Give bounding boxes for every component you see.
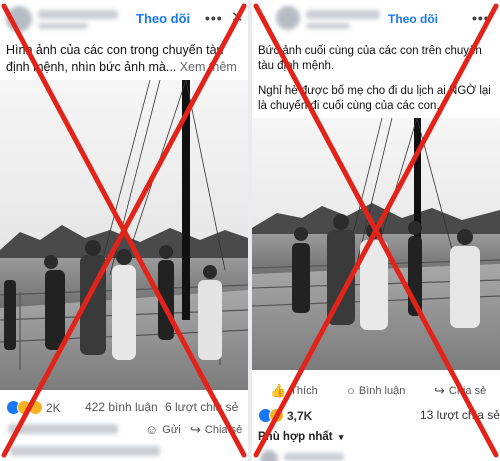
chevron-down-icon: ▾ [338, 432, 344, 442]
share-icon: ↪ [190, 422, 201, 437]
commenter-name-redacted [284, 453, 344, 461]
sad-reaction-icon [269, 408, 284, 423]
more-icon[interactable]: ••• [205, 11, 223, 25]
right-post: ‹ Theo dõi ••• Bức ảnh cuối cùng của các… [252, 0, 500, 461]
sort-label: Phù hợp nhất [258, 431, 333, 443]
haha-reaction-icon [28, 400, 43, 415]
commenter-avatar[interactable] [260, 450, 278, 461]
share-label: Chia sẻ [448, 385, 487, 397]
more-icon[interactable]: ••• [472, 11, 490, 25]
reactions-summary[interactable]: 3,7K [258, 408, 312, 423]
avatar[interactable] [276, 6, 300, 30]
send-label: Gửi [162, 423, 181, 436]
share-icon: ↪ [434, 383, 445, 398]
post-photo[interactable] [0, 80, 248, 390]
comment-icon: ○ [347, 383, 355, 398]
comment-count[interactable]: 422 bình luận [85, 400, 158, 414]
reaction-count: 3,7K [287, 408, 313, 423]
caption-line-2: Nghỉ hè được bố mẹ cho đi du lịch ai NGỜ… [258, 85, 491, 112]
comment-redacted [10, 446, 160, 456]
send-button[interactable]: ☺ Gửi [145, 422, 181, 437]
right-post-header: ‹ Theo dõi ••• [252, 0, 500, 38]
boat-deck-photo [0, 80, 248, 390]
comment-button[interactable]: ○ Bình luận [347, 383, 405, 398]
see-more-link[interactable]: Xem thêm [180, 60, 237, 74]
left-post: Theo dõi ••• ✕ Hình ảnh của các con tron… [0, 0, 248, 461]
author-name-redacted[interactable] [38, 10, 118, 19]
avatar[interactable] [6, 6, 32, 32]
reactions-summary[interactable]: 2K [6, 400, 61, 415]
like-icon: 👍 [270, 383, 287, 398]
comment-label: Bình luận [358, 384, 406, 397]
share-count[interactable]: 6 lượt chia sẻ [165, 400, 238, 414]
follow-button[interactable]: Theo dõi [136, 11, 190, 26]
caption-line-1: Bức ảnh cuối cùng của các con trên chuyế… [258, 45, 482, 72]
actions-redacted [8, 424, 118, 434]
post-time-redacted [38, 23, 88, 29]
follow-button[interactable]: Theo dõi [388, 12, 438, 26]
post-photo[interactable] [252, 118, 500, 370]
like-label: Thích [290, 385, 318, 397]
left-post-header: Theo dõi ••• ✕ [0, 0, 248, 38]
reaction-count: 2K [46, 400, 61, 415]
back-icon[interactable]: ‹ [260, 10, 266, 28]
send-icon: ☺ [145, 422, 159, 437]
close-icon[interactable]: ✕ [231, 10, 244, 25]
share-button[interactable]: ↪ Chia sẻ [434, 383, 486, 399]
comment-sort[interactable]: Phù hợp nhất ▾ [258, 431, 343, 443]
author-name-redacted[interactable] [306, 10, 380, 19]
share-count[interactable]: 13 lượt chia sẻ [420, 408, 500, 422]
share-label: Chia sẻ [204, 424, 243, 436]
post-caption: Hình ảnh của các con trong chuyến tàu đị… [6, 42, 246, 76]
share-button[interactable]: ↪ Chia sẻ [190, 422, 242, 438]
boat-deck-photo [252, 118, 500, 370]
post-time-redacted [306, 23, 350, 29]
like-button[interactable]: 👍 Thích [270, 383, 318, 399]
